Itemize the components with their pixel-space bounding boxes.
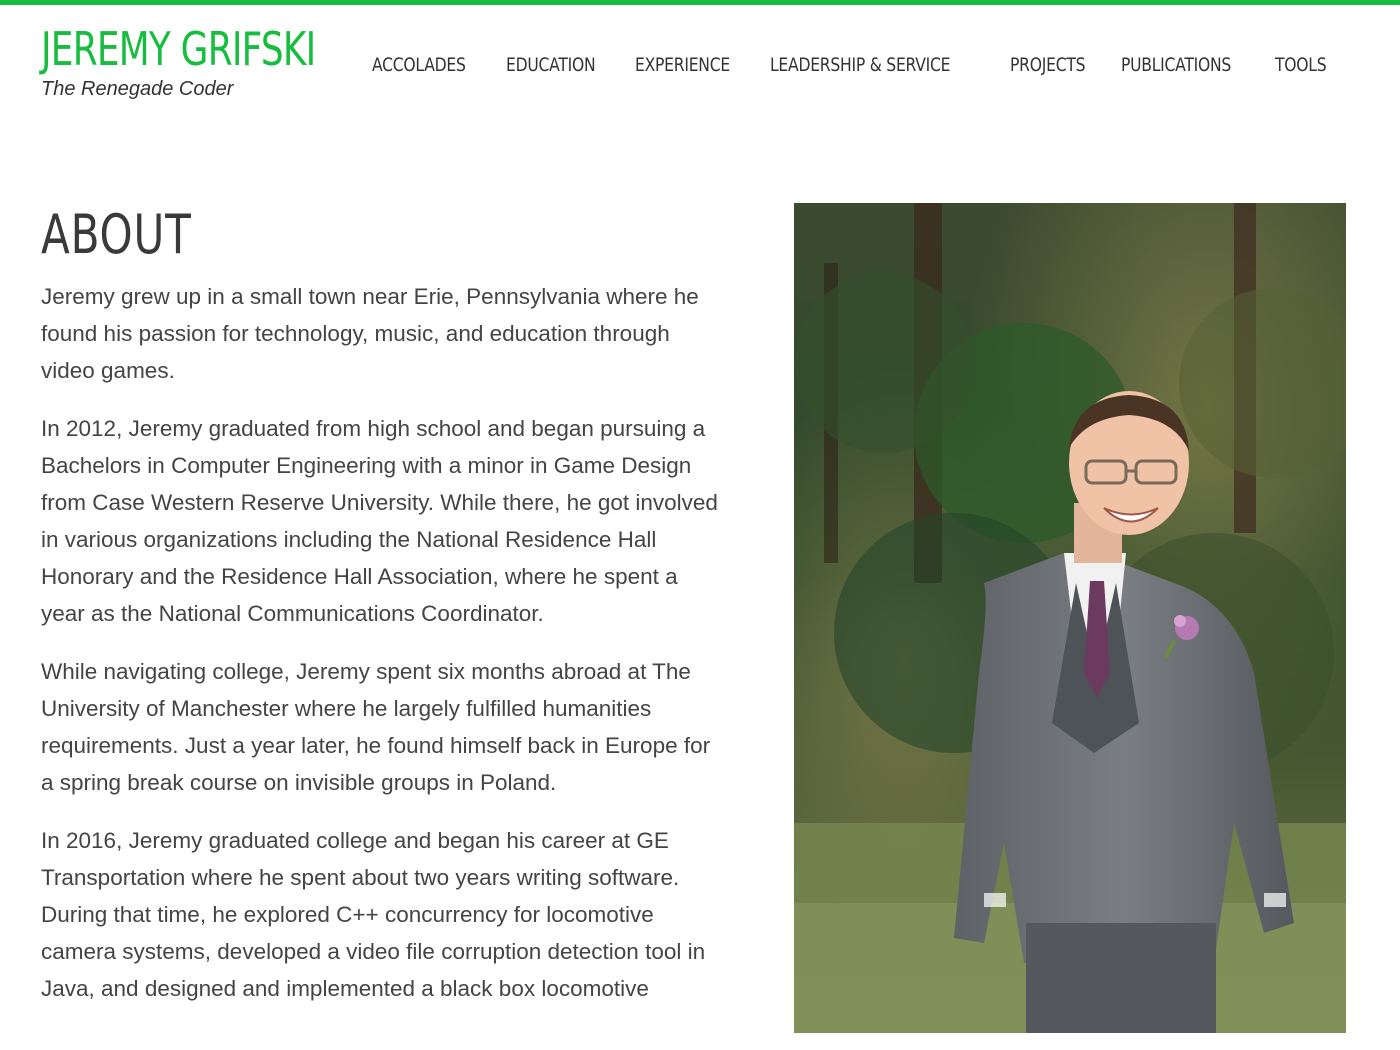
nav-label: EXPERIENCE [634,54,730,76]
portrait-photo [794,203,1346,1033]
nav-label: PROJECTS [1009,54,1086,76]
nav-label: EDUCATION [505,54,596,76]
about-paragraph: Jeremy grew up in a small town near Erie… [41,284,699,383]
about-paragraph: In 2016, Jeremy graduated college and be… [41,828,706,1001]
about-section: ABOUT Jeremy grew up in a small town nea… [41,200,721,1028]
about-heading: ABOUT [41,203,192,266]
portrait-illustration [794,203,1346,1033]
nav-item-leadership-service[interactable]: LEADERSHIP & SERVICE [770,54,990,76]
nav-item-experience[interactable]: EXPERIENCE [635,54,751,76]
nav-label: TOOLS [1275,54,1327,76]
nav-label: LEADERSHIP & SERVICE [770,54,951,76]
nav-item-projects[interactable]: PROJECTS [1010,54,1102,76]
top-accent-bar [0,0,1400,5]
site-branding: JEREMY GRIFSKI The Renegade Coder [41,22,393,101]
nav-label: PUBLICATIONS [1121,54,1232,76]
nav-item-education[interactable]: EDUCATION [506,54,615,76]
site-title-link[interactable]: JEREMY GRIFSKI [41,22,316,76]
nav-label: ACCOLADES [372,54,466,76]
about-paragraph: While navigating college, Jeremy spent s… [41,659,711,795]
nav-item-accolades[interactable]: ACCOLADES [372,54,486,76]
site-tagline: The Renegade Coder [41,78,234,100]
about-paragraph: In 2012, Jeremy graduated from high scho… [41,416,718,626]
nav-item-publications[interactable]: PUBLICATIONS [1121,54,1255,76]
nav-item-tools[interactable]: TOOLS [1275,54,1338,76]
